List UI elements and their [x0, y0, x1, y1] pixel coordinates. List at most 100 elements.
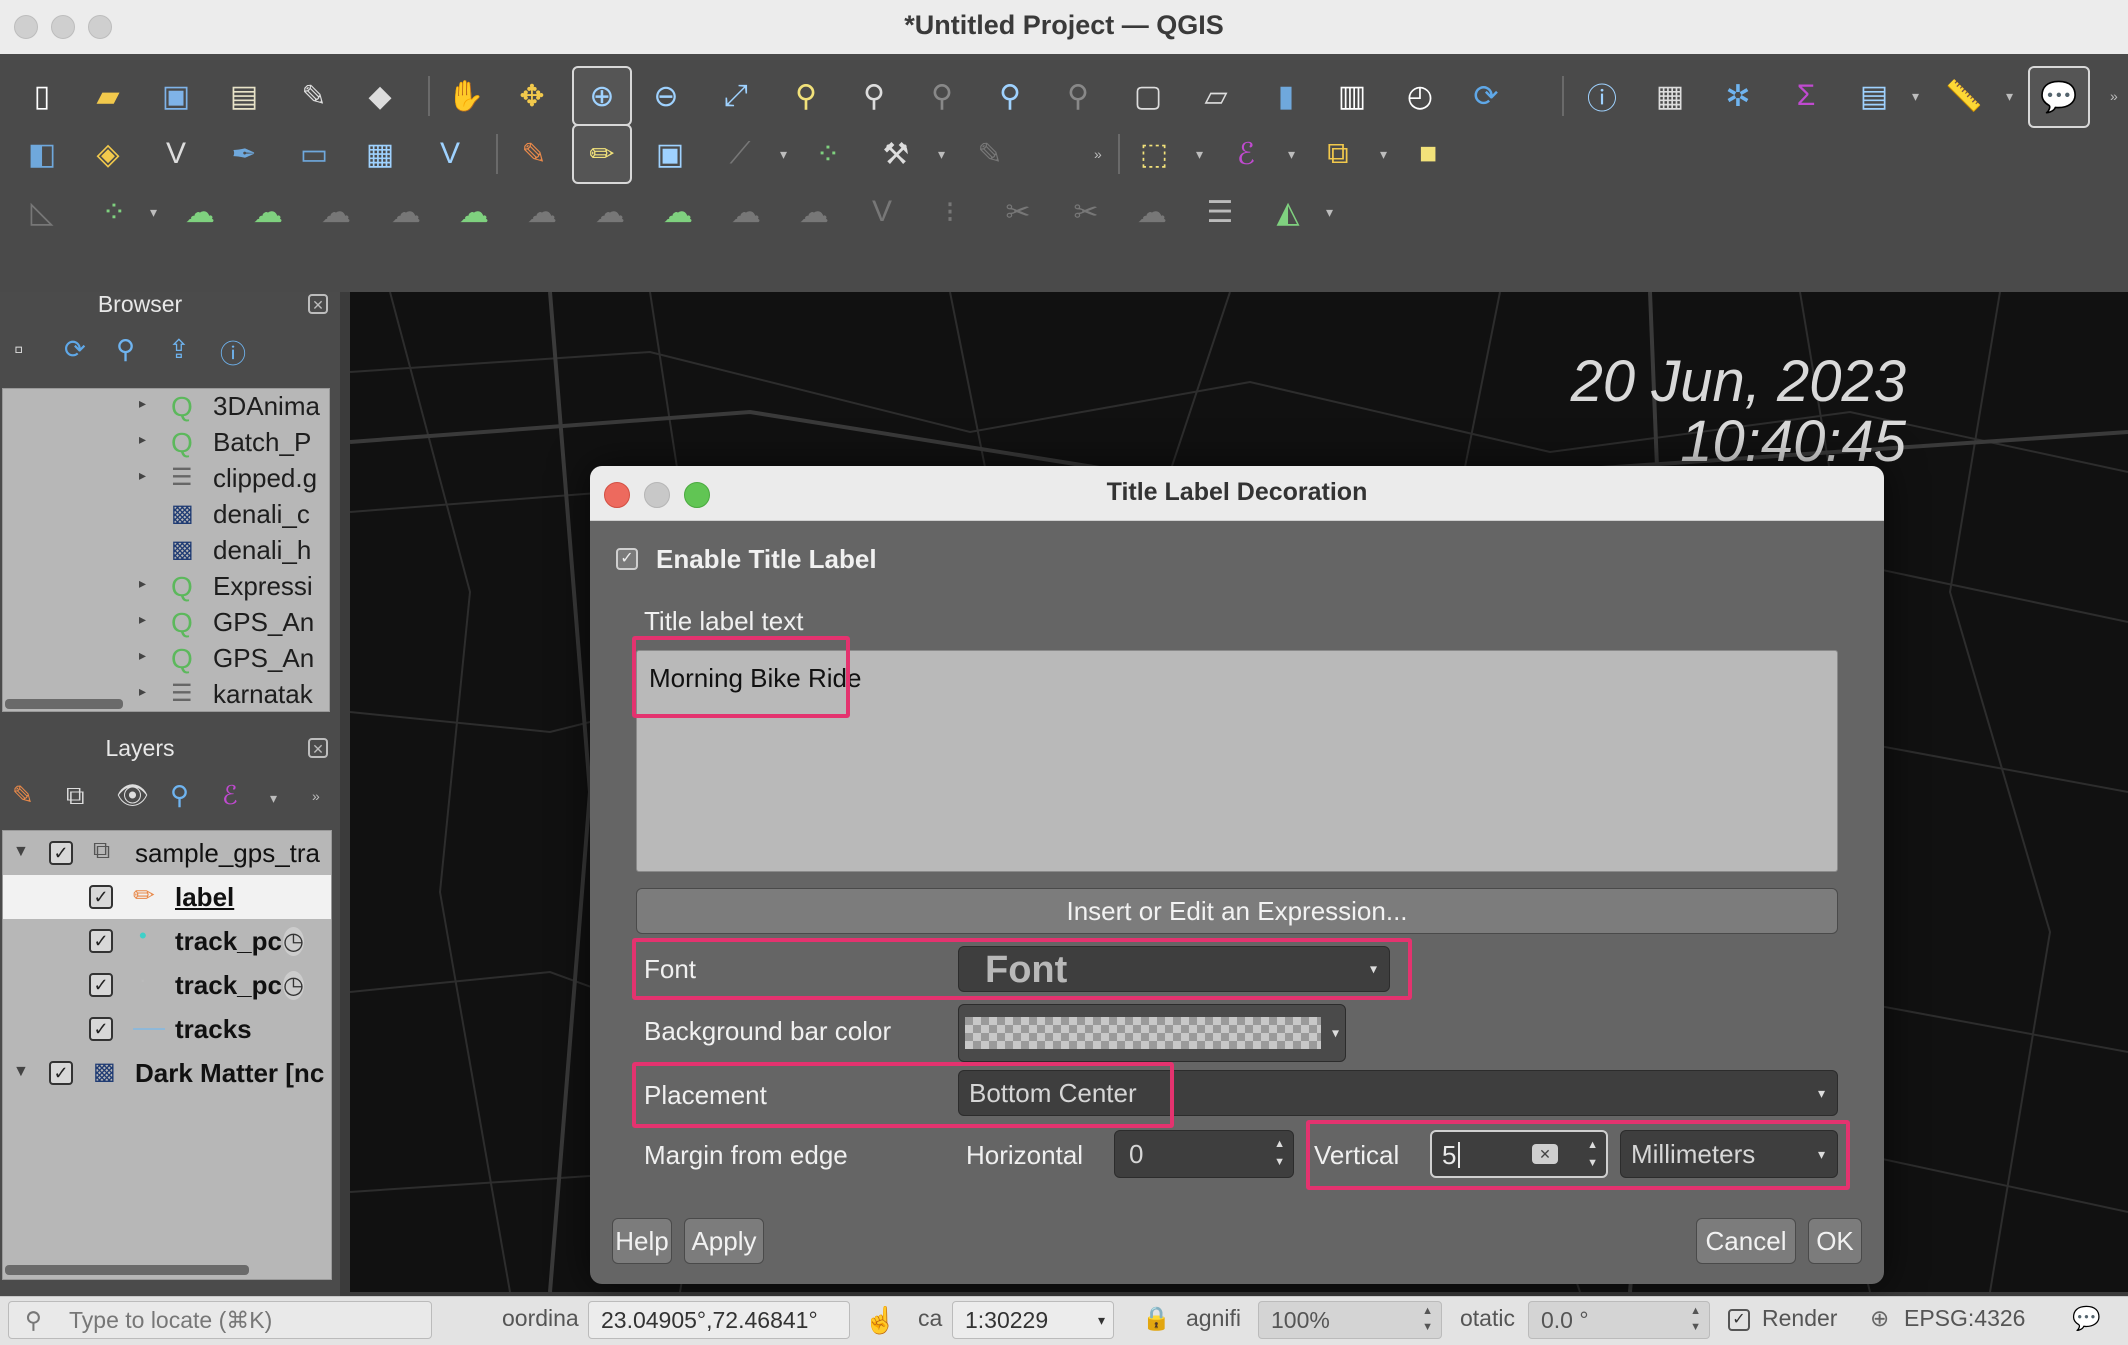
- new-temporary-layer-icon[interactable]: ✒: [220, 130, 268, 178]
- zoom-out-icon[interactable]: ⊖: [642, 72, 690, 120]
- browser-item[interactable]: ▸ Q Expressi: [3, 569, 321, 605]
- ok-button[interactable]: OK: [1808, 1218, 1862, 1264]
- zoom-full-icon[interactable]: ⤢: [712, 72, 760, 120]
- layers-tree[interactable]: ▼ ✓ ⧉ sample_gps_tra ✓ ✏ label ✓ • track…: [2, 830, 332, 1280]
- lock-scale-icon[interactable]: 🔒: [1142, 1305, 1171, 1332]
- offset-curve-icon[interactable]: ☁: [722, 188, 770, 236]
- new-bookmark-icon[interactable]: ▮: [1262, 72, 1310, 120]
- layout-manager-icon[interactable]: ✎: [290, 72, 338, 120]
- merge-features-icon[interactable]: ⁝: [926, 188, 974, 236]
- current-edits-icon[interactable]: ✎: [510, 130, 558, 178]
- zoom-next-icon[interactable]: ⚲: [1054, 72, 1102, 120]
- save-edits-icon[interactable]: ▣: [646, 130, 694, 178]
- spin-down-icon[interactable]: ▼: [1422, 1322, 1433, 1333]
- filter-legend-icon[interactable]: ⚲: [170, 780, 189, 811]
- identify-features-icon[interactable]: ⓘ: [1578, 72, 1626, 120]
- add-group-icon[interactable]: ⧉: [66, 780, 85, 812]
- browser-filter-icon[interactable]: ⚲: [116, 334, 135, 365]
- browser-item[interactable]: ▸ Q Batch_P: [3, 425, 321, 461]
- font-button[interactable]: Font ▾: [958, 946, 1390, 992]
- map-tips-icon[interactable]: 💬: [2028, 66, 2090, 128]
- browser-tree[interactable]: ▸ Q 3DAnima ▸ Q Batch_P ▸ ☰ clipped.g ▩ denali_…: [2, 388, 330, 712]
- reverse-line-icon[interactable]: ☰: [1196, 188, 1244, 236]
- cancel-button[interactable]: Cancel: [1696, 1218, 1796, 1264]
- simplify-feature-icon[interactable]: ☁: [244, 188, 292, 236]
- horizontal-spinbox[interactable]: 0 ▲ ▼: [1114, 1130, 1294, 1178]
- temporal-controller-icon[interactable]: ◴: [1396, 72, 1444, 120]
- rotate-point-symbols-icon[interactable]: ✂: [1062, 188, 1110, 236]
- spin-up-icon[interactable]: ▲: [1274, 1139, 1285, 1150]
- toggle-editing-icon[interactable]: ✏: [572, 124, 632, 184]
- new-map-view-icon[interactable]: ▢: [1124, 72, 1172, 120]
- layer-checkbox[interactable]: ✓: [49, 841, 73, 865]
- layer-row[interactable]: ✓ ✏ label: [3, 875, 331, 919]
- statistical-summary-icon[interactable]: Σ: [1782, 72, 1830, 120]
- locator-input[interactable]: ⚲ Type to locate (⌘K): [8, 1301, 432, 1339]
- render-checkbox[interactable]: ✓: [1728, 1309, 1750, 1331]
- browser-item[interactable]: ▸ Q GPS_An: [3, 605, 321, 641]
- spin-up-icon[interactable]: ▲: [1690, 1306, 1701, 1317]
- apply-button[interactable]: Apply: [684, 1218, 764, 1264]
- new-virtual-layer-icon[interactable]: ▭: [290, 130, 338, 178]
- add-vector-layer-icon[interactable]: V: [426, 130, 474, 178]
- delete-ring-icon[interactable]: ☁: [518, 188, 566, 236]
- layer-row[interactable]: ✓ · track_pc ◷: [3, 963, 331, 1007]
- layer-group-row[interactable]: ▼ ✓ ⧉ sample_gps_tra: [3, 831, 331, 875]
- help-button[interactable]: Help: [612, 1218, 672, 1264]
- vertical-spinbox[interactable]: 5 ✕ ▲ ▼: [1430, 1130, 1608, 1178]
- title-text-area[interactable]: Morning Bike Ride: [636, 650, 1838, 872]
- magnifier-field[interactable]: 100% ▲ ▼: [1258, 1301, 1442, 1339]
- messages-icon[interactable]: 💬: [2072, 1305, 2101, 1332]
- reshape-features-icon[interactable]: ☁: [654, 188, 702, 236]
- scale-field[interactable]: 1:30229 ▾: [952, 1301, 1114, 1339]
- units-select[interactable]: Millimeters ▾: [1620, 1130, 1838, 1178]
- select-features-icon[interactable]: ⬚: [1130, 130, 1178, 178]
- layer-checkbox[interactable]: ✓: [49, 1061, 73, 1085]
- browser-item[interactable]: ▸ Q GPS_An: [3, 641, 321, 677]
- deselect-features-icon[interactable]: ⧉: [1314, 130, 1362, 178]
- layer-checkbox[interactable]: ✓: [89, 1017, 113, 1041]
- open-field-calculator-icon[interactable]: ▦: [1646, 72, 1694, 120]
- spin-up-icon[interactable]: ▲: [1587, 1140, 1598, 1151]
- browser-item[interactable]: ▩ denali_c: [3, 497, 321, 533]
- spin-down-icon[interactable]: ▼: [1274, 1157, 1285, 1168]
- zoom-in-icon[interactable]: ⊕: [572, 66, 632, 126]
- add-selected-layers-icon[interactable]: ▫: [14, 334, 23, 365]
- delete-selected-icon[interactable]: ⚒: [872, 130, 920, 178]
- enable-title-checkbox[interactable]: ✓: [616, 548, 638, 570]
- new-geopackage-layer-icon[interactable]: ◈: [84, 130, 132, 178]
- save-project-icon[interactable]: ▣: [152, 72, 200, 120]
- rotate-feature-icon[interactable]: ☁: [176, 188, 224, 236]
- browser-refresh-icon[interactable]: ⟳: [64, 334, 86, 365]
- new-shapefile-layer-icon[interactable]: V: [152, 130, 200, 178]
- trim-extend-icon[interactable]: ◭: [1264, 188, 1312, 236]
- zoom-to-selection-icon[interactable]: ⚲: [782, 72, 830, 120]
- add-ring-icon[interactable]: ☁: [312, 188, 360, 236]
- new-project-icon[interactable]: ▯: [18, 72, 66, 120]
- fill-ring-icon[interactable]: ☁: [450, 188, 498, 236]
- spin-down-icon[interactable]: ▼: [1587, 1158, 1598, 1169]
- vertex-tool-icon[interactable]: ⁘: [804, 130, 852, 178]
- select-by-expression-icon[interactable]: ℰ: [1222, 130, 1270, 178]
- move-feature-icon[interactable]: ⁘: [90, 188, 138, 236]
- merge-attributes-icon[interactable]: ✂: [994, 188, 1042, 236]
- browser-close-icon[interactable]: ✕: [308, 294, 328, 314]
- browser-item[interactable]: ▸ Q 3DAnima: [3, 389, 321, 425]
- advanced-digitizing-icon[interactable]: ◺: [18, 188, 66, 236]
- layer-checkbox[interactable]: ✓: [89, 973, 113, 997]
- style-layer-icon[interactable]: ✎: [12, 780, 34, 811]
- offset-point-symbols-icon[interactable]: ☁: [1128, 188, 1176, 236]
- undo-icon[interactable]: ✎: [966, 130, 1014, 178]
- filter-expression-icon[interactable]: ℰ: [222, 780, 238, 811]
- layers-hscrollbar[interactable]: [5, 1265, 249, 1275]
- measure-line-icon[interactable]: 📏: [1940, 72, 1988, 120]
- globe-icon[interactable]: ⊕: [1870, 1305, 1889, 1332]
- spin-down-icon[interactable]: ▼: [1690, 1322, 1701, 1333]
- crs-label[interactable]: EPSG:4326: [1904, 1305, 2025, 1332]
- clear-icon[interactable]: ✕: [1532, 1144, 1558, 1164]
- processing-toolbox-icon[interactable]: ✲: [1714, 72, 1762, 120]
- style-manager-icon[interactable]: ◆: [356, 72, 404, 120]
- mouse-pointer-icon[interactable]: ☝: [864, 1305, 896, 1336]
- layer-row[interactable]: ✓ tracks: [3, 1007, 331, 1051]
- insert-expression-button[interactable]: Insert or Edit an Expression...: [636, 888, 1838, 934]
